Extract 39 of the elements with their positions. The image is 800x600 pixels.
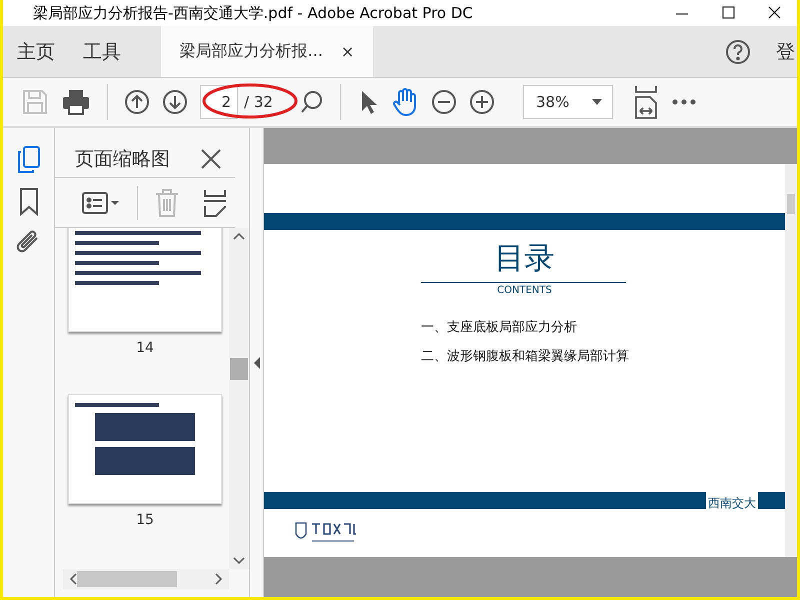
fit-page-icon[interactable] (633, 84, 659, 120)
print-icon[interactable] (61, 88, 91, 116)
sign-in-button[interactable]: 登 (768, 26, 797, 77)
caret-icon (592, 99, 602, 105)
down-caret-icon[interactable] (233, 557, 245, 565)
help-icon[interactable] (725, 38, 751, 64)
slide-title: 目录 (494, 242, 556, 276)
close-icon[interactable] (201, 148, 221, 168)
left-caret-icon[interactable] (69, 573, 77, 585)
window-title: 梁局部应力分析报告-西南交通大学.pdf - Adobe Acrobat Pro DC (32, 4, 474, 22)
page-number: 15 (135, 512, 155, 528)
page-options-icon[interactable] (81, 190, 121, 216)
zoom-dropdown[interactable]: 38% (523, 85, 613, 119)
page-thumbnail[interactable] (68, 394, 222, 504)
contents-item: 二、波形钢腹板和箱梁翼缘局部计算 (421, 348, 630, 365)
scrollbar-thumb[interactable] (230, 358, 248, 380)
footer-band (758, 492, 785, 509)
insert-page-icon[interactable] (202, 188, 228, 218)
up-caret-icon[interactable] (233, 232, 245, 240)
slide-subtitle: CONTENTS (496, 285, 553, 296)
footer-text: 西南交大 (706, 495, 758, 509)
page-thumbnail[interactable] (68, 228, 222, 332)
hand-icon[interactable] (391, 87, 419, 117)
right-caret-icon[interactable] (215, 573, 223, 585)
tab[interactable]: 梁局部应力分析报... × (161, 26, 373, 77)
magnifier-icon[interactable] (300, 89, 324, 115)
collapse-caret-icon[interactable] (254, 356, 260, 368)
page-number: 14 (135, 340, 155, 356)
page-count: / 32 (244, 93, 274, 111)
tab-close-button[interactable]: × (340, 42, 354, 61)
more-icon[interactable] (671, 98, 697, 106)
contents-item: 一、支座底板局部应力分析 (421, 319, 578, 336)
scrollbar-thumb[interactable] (787, 194, 795, 214)
scrollbar-thumb[interactable] (77, 571, 177, 587)
zoom-out-icon[interactable] (431, 89, 457, 115)
panel-title: 页面缩略图 (75, 146, 170, 172)
tab[interactable]: 主页 (3, 26, 69, 77)
tab[interactable]: 工具 (69, 26, 135, 77)
zoom-in-icon[interactable] (469, 89, 495, 115)
